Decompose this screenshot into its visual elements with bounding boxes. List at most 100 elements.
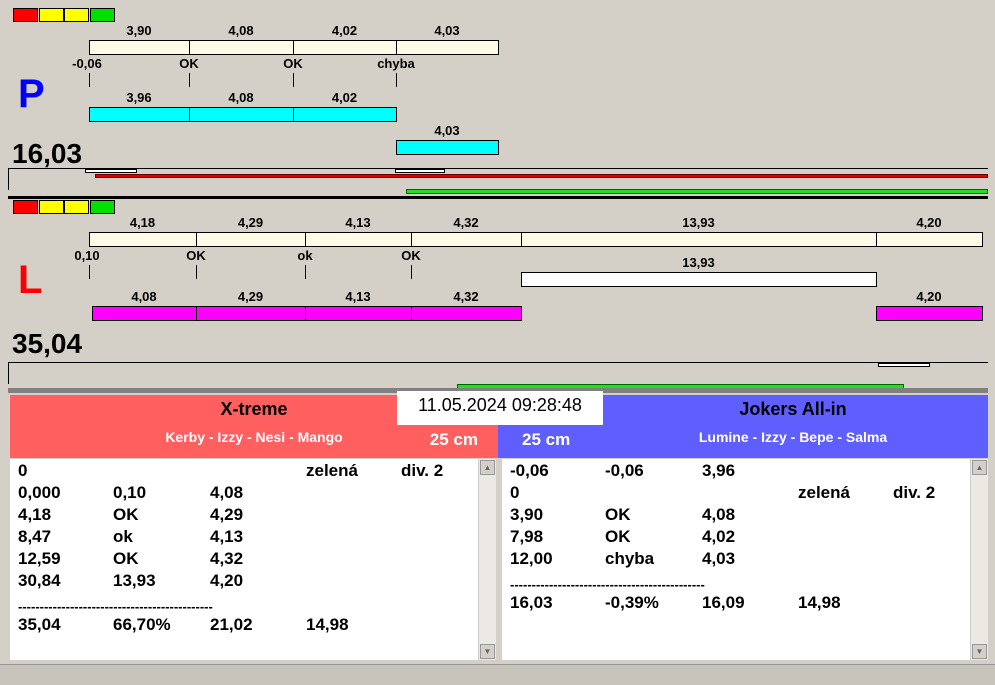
mark-label: chyba [377, 56, 415, 71]
L-panel: 4,18 4,29 4,13 4,32 13,93 4,20 0,10 OK ok OK 13,93… [8, 200, 988, 389]
indicator-green [89, 8, 115, 22]
result-cell: 35,04 [18, 615, 61, 634]
baseline-edge [8, 168, 9, 190]
segment-bar [305, 232, 412, 247]
result-cell: 8,47 [18, 527, 52, 546]
segment-bar [411, 306, 522, 321]
L-letter: L [18, 258, 43, 302]
segment-value: 4,20 [916, 215, 942, 230]
segment-value: 4,29 [237, 215, 264, 230]
segment-value: 4,29 [237, 289, 264, 304]
left_team-results: 0 zelená div. 2 0,000 0,10 4,08 4,18 OK 4,29 8,47… [10, 459, 496, 660]
team-distance: 25 cm [522, 430, 571, 449]
team-players: Kerby - Izzy - Nesi - Mango [165, 429, 343, 445]
scroll-up-button[interactable]: ▲ [480, 460, 495, 475]
segment-bar [189, 107, 294, 122]
result-cell: 0,000 [18, 483, 61, 502]
result-cell: 12,00 [510, 549, 553, 568]
scroll-up-button[interactable]: ▲ [972, 460, 987, 475]
result-cell: 4,18 [18, 505, 52, 524]
result-cell: 21,02 [210, 615, 253, 634]
result-cell: 7,98 [510, 527, 544, 546]
scroll-down-button[interactable]: ▼ [480, 644, 495, 659]
tick-mark [189, 73, 190, 87]
segment-value: 4,03 [434, 23, 460, 38]
result-cell: -0,39% [605, 593, 659, 612]
result-cell: 4,03 [702, 549, 736, 568]
indicator-yellow [64, 200, 89, 214]
segment-value: 4,02 [331, 23, 358, 38]
baseline-edge [8, 362, 9, 384]
progress-bar [878, 363, 930, 367]
status-bar [0, 664, 995, 685]
indicator-red [13, 8, 38, 22]
segment-bar [89, 107, 190, 122]
P-letter: P [18, 72, 45, 116]
segment-value: 4,13 [345, 215, 371, 230]
result-cell: 4,08 [702, 505, 736, 524]
result-cell: 3,96 [702, 461, 736, 480]
segment-bar [293, 107, 397, 122]
segment-bar [89, 40, 190, 55]
mark-label: OK [283, 56, 303, 71]
scrollbar[interactable]: ▲ ▼ [970, 459, 988, 660]
datetime: 11.05.2024 09:28:48 [397, 391, 603, 425]
segment-bar [876, 306, 983, 321]
segment-bar [92, 306, 197, 321]
result-cell: 4,08 [210, 483, 244, 502]
baseline [8, 362, 988, 363]
mark-label: 0,10 [74, 248, 100, 263]
result-cell: OK [113, 549, 139, 568]
segment-value: 4,18 [129, 215, 156, 230]
result-cell: 4,13 [210, 527, 244, 546]
segment-bar [521, 272, 877, 287]
result-cell: chyba [605, 549, 655, 568]
indicator-yellow [38, 8, 64, 22]
segment-bar [196, 232, 306, 247]
progress-bar [406, 189, 988, 194]
result-cell: 3,90 [510, 505, 544, 524]
scroll-down-button[interactable]: ▼ [972, 644, 987, 659]
segment-bar [293, 40, 397, 55]
result-cell: -0,06 [510, 461, 549, 480]
segment-value: 4,32 [453, 215, 479, 230]
result-cell: 66,70% [113, 615, 171, 634]
segment-value: 4,13 [345, 289, 371, 304]
result-cell: 0 [18, 461, 28, 480]
indicator-green [89, 200, 115, 214]
result-cell: ----------------------------------------… [510, 577, 705, 592]
segment-bar [876, 232, 983, 247]
segment-bar [89, 232, 197, 247]
result-cell: 14,98 [306, 615, 349, 634]
segment-bar [196, 306, 306, 321]
result-cell: zelená [798, 483, 850, 502]
team-players: Lumine - Izzy - Bepe - Salma [698, 429, 888, 445]
result-cell: 14,98 [798, 593, 841, 612]
mark-label: -0,06 [72, 56, 102, 71]
segment-value: 4,02 [331, 90, 358, 105]
result-cell: 0,10 [113, 483, 147, 502]
scrollbar[interactable]: ▲ ▼ [478, 459, 496, 660]
segment-value: 13,93 [682, 215, 715, 230]
segment-value: 3,90 [126, 23, 152, 38]
result-cell: zelená [306, 461, 358, 480]
L-total: 35,04 [12, 328, 83, 359]
result-cell: OK [605, 505, 631, 524]
P-panel: 3,90 4,08 4,02 4,03 -0,06 OK OK chyba 3,96 4,08 4,… [8, 8, 988, 196]
result-cell: 0 [510, 483, 520, 502]
tick-mark [293, 73, 294, 87]
result-cell: 13,93 [113, 571, 156, 590]
result-cell: 12,59 [18, 549, 61, 568]
progress-bar [85, 169, 137, 173]
tick-mark [396, 73, 397, 87]
segment-value: 4,08 [228, 23, 254, 38]
indicator-red [13, 200, 38, 214]
segment-bar [396, 140, 499, 155]
result-cell: 4,32 [210, 549, 244, 568]
tick-mark [89, 73, 90, 87]
segment-value: 4,03 [434, 123, 460, 138]
tick-mark [411, 265, 412, 279]
result-cell: div. 2 [893, 483, 936, 502]
mark-label: OK [179, 56, 199, 71]
progress-bar [95, 174, 988, 178]
